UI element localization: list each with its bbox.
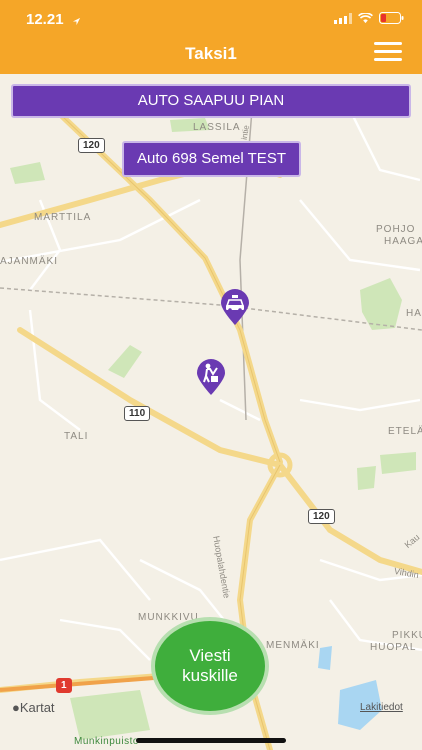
road-shield-120: 120 [78, 138, 105, 153]
battery-icon [379, 12, 404, 24]
wifi-icon [358, 12, 373, 23]
map-label-etela: ETELÄ [388, 426, 422, 437]
map-label-huopa: HUOPAL [370, 642, 417, 653]
status-icons [334, 12, 404, 24]
map-label-haaga: HAAGA [384, 236, 422, 247]
signal-icon [334, 12, 352, 24]
map-label-ha: HA [406, 308, 422, 319]
hamburger-menu-icon[interactable] [374, 42, 402, 64]
poi-label: Munkinpuisto [74, 736, 139, 747]
road-shield-120: 120 [308, 509, 335, 524]
taxi-pin-icon[interactable] [219, 288, 251, 331]
map-label-lassila: LASSILA [193, 122, 241, 133]
car-info-banner: Auto 698 Semel TEST [122, 141, 301, 177]
map-label-pohjois: POHJO [376, 224, 416, 235]
road-shield-1: 1 [56, 678, 72, 693]
apple-logo-icon: ● [12, 700, 20, 715]
legal-link[interactable]: Lakitiedot [360, 702, 403, 713]
home-indicator [136, 738, 286, 743]
map-label-marttila: MARTTILA [34, 212, 92, 223]
status-time: 12.21 [26, 11, 64, 28]
message-driver-label-line1: Viesti [189, 646, 231, 665]
road-shield-110: 110 [124, 406, 151, 421]
maps-brand: ●Kartat [12, 700, 55, 715]
arrival-status-banner: AUTO SAAPUU PIAN [11, 84, 411, 118]
map-label-kajanmaki: AJANMÄKI [0, 256, 59, 267]
map-label-pikku: PIKKU [392, 630, 422, 641]
map-label-tali: TALI [64, 431, 89, 442]
location-arrow-icon [72, 13, 81, 31]
nav-bar: Taksi1 [0, 34, 422, 74]
page-title: Taksi1 [185, 44, 237, 63]
message-driver-label-line2: kuskille [182, 666, 238, 685]
message-driver-button[interactable]: Viesti kuskille [151, 617, 269, 715]
passenger-pin-icon[interactable] [195, 358, 227, 401]
map-label-menmaki: MENMÄKI [266, 640, 320, 651]
status-bar: 12.21 [0, 0, 422, 34]
